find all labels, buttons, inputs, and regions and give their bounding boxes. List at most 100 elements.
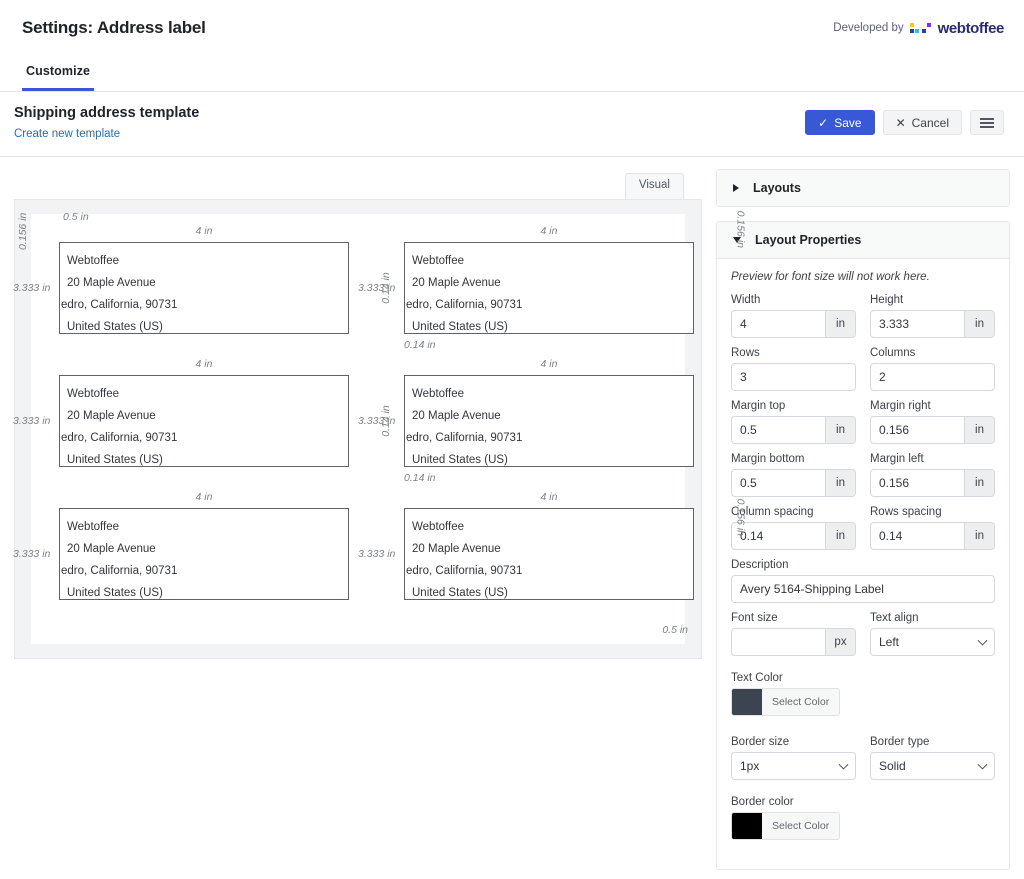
text-align-label: Text align	[870, 611, 919, 624]
menu-button[interactable]	[970, 110, 1004, 136]
height-input[interactable]	[871, 310, 964, 337]
text-align-select[interactable]: Left	[870, 627, 995, 656]
cancel-button[interactable]: ✕ Cancel	[882, 110, 962, 136]
address-line: 20 Maple Avenue	[67, 276, 156, 289]
cancel-button-label: Cancel	[911, 115, 949, 130]
dim-label-width: 4 in	[540, 224, 558, 237]
accordion-layout-properties-header[interactable]: Layout Properties	[717, 221, 1009, 259]
address-line: edro, California, 90731	[61, 298, 178, 311]
template-bar: Shipping address template Create new tem…	[0, 92, 1024, 157]
height-unit: in	[964, 310, 994, 337]
rows-input[interactable]	[731, 362, 856, 391]
dim-margin-top: 0.5 in	[63, 210, 89, 223]
field-row-spacing: Column spacing in Rows spacing in	[731, 506, 995, 550]
address-line: Webtoffee	[412, 387, 465, 400]
address-line: edro, California, 90731	[61, 564, 178, 577]
address-line: Webtoffee	[67, 520, 120, 533]
margin-right-input[interactable]	[871, 416, 964, 443]
address-label-box: Webtoffee 20 Maple Avenue edro, Californ…	[59, 241, 349, 334]
field-row-margin-2: Margin bottom in Margin left in	[731, 453, 995, 497]
width-input[interactable]	[732, 310, 825, 337]
dim-label-height: 3.333 in	[358, 281, 396, 294]
font-size-input-group: px	[731, 627, 856, 656]
field-row-margin-1: Margin top in Margin right in	[731, 400, 995, 444]
webtoffee-logo-icon	[909, 22, 932, 35]
address-line: edro, California, 90731	[406, 298, 523, 311]
description-label: Description	[731, 558, 789, 571]
margin-right-label: Margin right	[870, 399, 931, 412]
field-text-color: Text Color Select Color	[731, 672, 995, 720]
save-button-label: Save	[834, 115, 862, 130]
border-size-label: Border size	[731, 735, 790, 748]
dim-label-height: 3.333 in	[358, 547, 396, 560]
create-new-template-link[interactable]: Create new template	[14, 128, 120, 140]
field-row-description: Description	[731, 559, 995, 603]
dim-margin-bottom: 0.5 in	[662, 623, 688, 636]
margin-bottom-unit: in	[825, 469, 855, 496]
label-cell[interactable]: 4 in 3.333 in Webtoffee 20 Maple Avenue …	[13, 491, 349, 600]
height-label: Height	[870, 293, 904, 306]
border-size-select-wrap: 1px	[731, 751, 856, 780]
accordion-layouts-header[interactable]: Layouts	[717, 169, 1009, 206]
close-icon: ✕	[895, 115, 906, 130]
border-type-select-wrap: Solid	[870, 751, 995, 780]
tab-visual[interactable]: Visual	[624, 172, 684, 199]
preview-pane: Visual 0.5 in 0.156 in 4 in 3.333 in Web…	[0, 157, 746, 879]
field-row-size: Width in Height in	[731, 294, 995, 338]
field-columns: Columns	[870, 347, 995, 391]
field-height: Height in	[870, 294, 995, 338]
margin-left-input[interactable]	[871, 469, 964, 496]
description-input[interactable]	[731, 574, 995, 603]
border-color-button-label: Select Color	[762, 812, 840, 839]
label-cell[interactable]: 0.14 in 4 in 3.333 in 0.156 in Webtoffee…	[358, 210, 746, 350]
border-size-select[interactable]: 1px	[731, 751, 856, 780]
address-line: United States (US)	[412, 453, 508, 466]
margin-bottom-input-group: in	[731, 468, 856, 497]
field-row-border: Border size 1px Border type Solid	[731, 736, 995, 780]
border-color-picker[interactable]: Select Color	[731, 811, 841, 840]
address-line: edro, California, 90731	[406, 431, 523, 444]
margin-top-input-group: in	[731, 415, 856, 444]
address-line: Webtoffee	[412, 254, 465, 267]
save-button[interactable]: ✓ Save	[805, 110, 875, 136]
page-title: Settings: Address label	[22, 18, 206, 37]
address-line: United States (US)	[67, 453, 163, 466]
columns-input[interactable]	[870, 362, 995, 391]
preview-canvas: 0.5 in 0.156 in 4 in 3.333 in Webtoffee …	[13, 198, 746, 659]
tab-customize[interactable]: Customize	[22, 56, 95, 91]
label-cell[interactable]: 4 in 3.333 in Webtoffee 20 Maple Avenue …	[13, 358, 349, 467]
address-line: edro, California, 90731	[61, 431, 178, 444]
accordion-layouts-title: Layouts	[753, 180, 801, 195]
label-cell[interactable]: 4 in 3.333 in 0.156 in Webtoffee 20 Mapl…	[358, 491, 746, 636]
caret-right-icon	[733, 183, 739, 192]
margin-left-label: Margin left	[870, 452, 924, 465]
border-type-select[interactable]: Solid	[870, 751, 995, 780]
address-label-box: Webtoffee 20 Maple Avenue edro, Californ…	[59, 507, 349, 600]
preview-tabrow: Visual	[14, 172, 702, 199]
font-size-note: Preview for font size will not work here…	[731, 270, 930, 283]
dim-margin-right: 0.156 in	[734, 210, 746, 248]
margin-left-input-group: in	[870, 468, 995, 497]
border-type-label: Border type	[870, 735, 930, 748]
field-width: Width in	[731, 294, 856, 338]
margin-bottom-input[interactable]	[732, 469, 825, 496]
address-line: United States (US)	[67, 586, 163, 599]
font-size-input[interactable]	[732, 628, 825, 655]
labels-grid: 0.5 in 0.156 in 4 in 3.333 in Webtoffee …	[13, 210, 746, 636]
font-size-unit: px	[825, 628, 855, 655]
text-color-picker[interactable]: Select Color	[731, 687, 841, 716]
rows-spacing-input-group: in	[870, 521, 995, 550]
width-label: Width	[731, 293, 761, 306]
text-align-select-wrap: Left	[870, 627, 995, 656]
margin-right-unit: in	[964, 416, 994, 443]
address-line: 20 Maple Avenue	[67, 542, 156, 555]
address-line: United States (US)	[67, 320, 163, 333]
margin-bottom-label: Margin bottom	[731, 452, 805, 465]
field-text-align: Text align Left	[870, 612, 995, 656]
address-line: Webtoffee	[67, 254, 120, 267]
rows-spacing-input[interactable]	[871, 522, 964, 549]
label-cell[interactable]: 0.14 in 4 in 3.333 in Webtoffee 20 Maple…	[358, 358, 694, 484]
margin-top-input[interactable]	[732, 416, 825, 443]
label-cell[interactable]: 0.5 in 0.156 in 4 in 3.333 in Webtoffee …	[13, 211, 349, 334]
settings-panel: Layouts Layout Properties Preview for fo…	[716, 157, 1024, 879]
